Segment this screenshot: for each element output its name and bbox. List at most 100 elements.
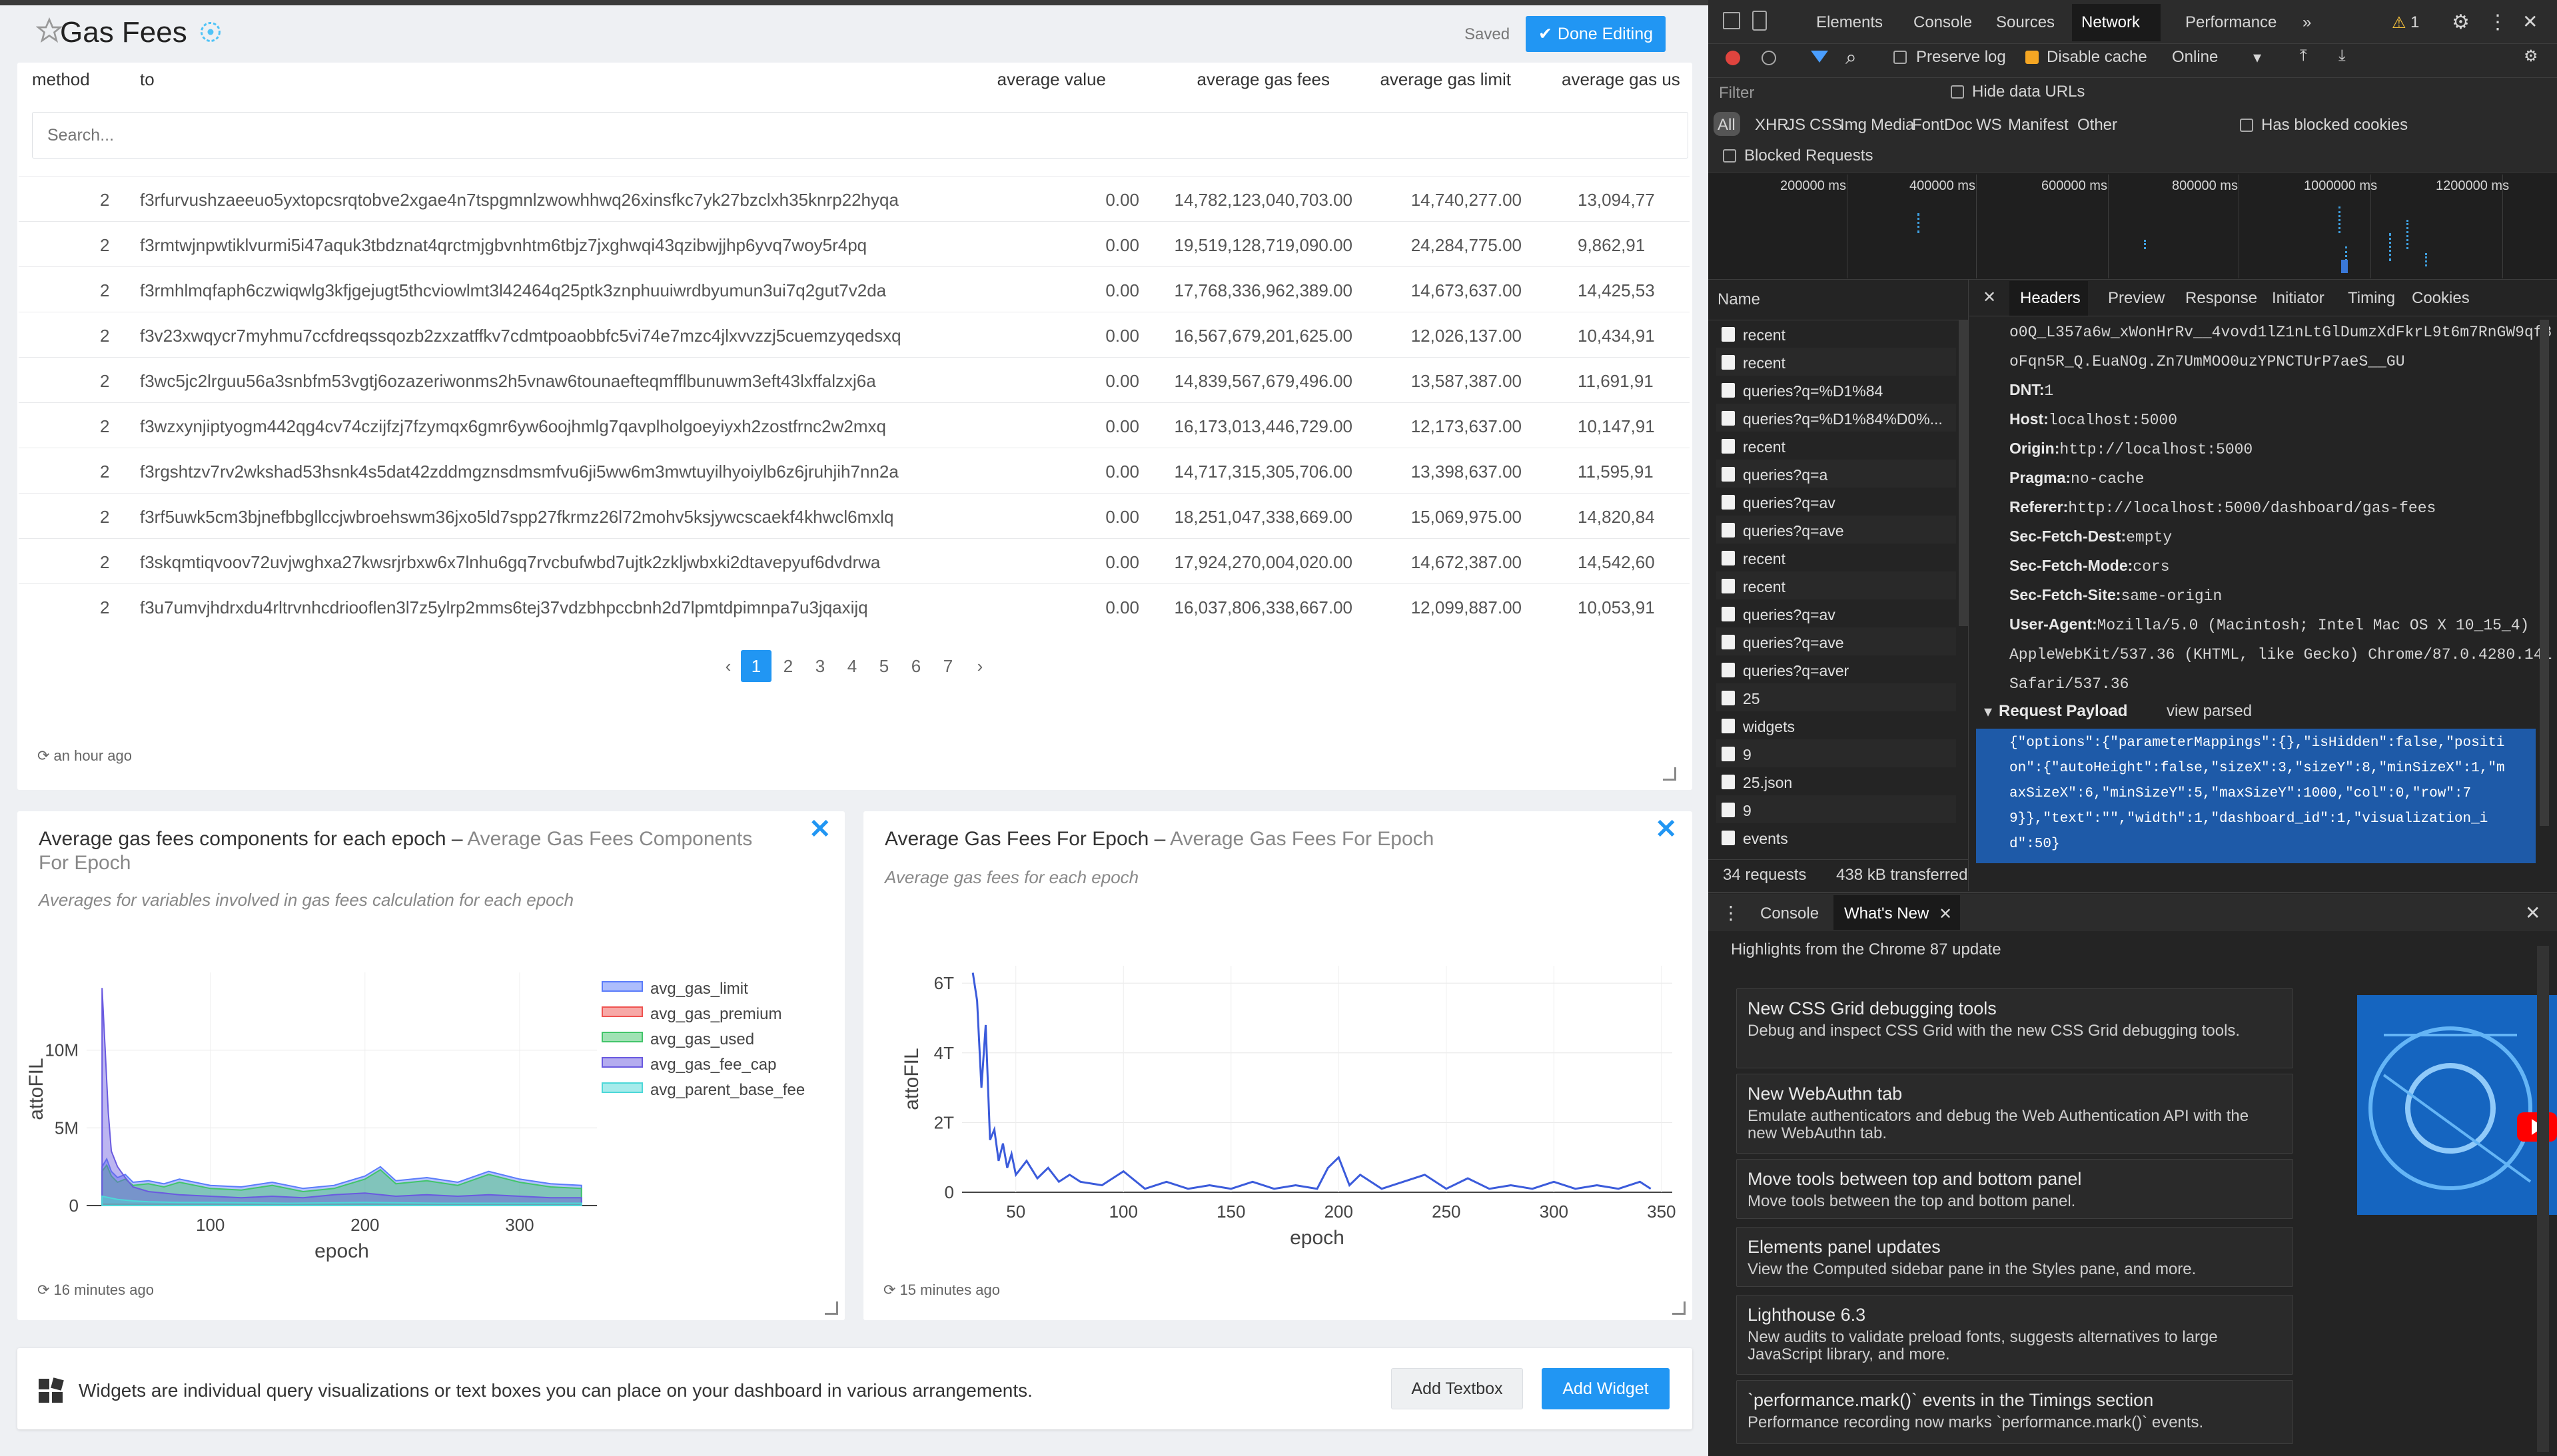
request-row[interactable]: queries?q=%D1%84%D0%... [1716, 404, 1956, 432]
request-row[interactable]: queries?q=a [1716, 460, 1956, 488]
detail-scrollbar[interactable] [2540, 320, 2549, 826]
search-icon[interactable]: ⌕ [1845, 47, 1857, 69]
type-filter-font[interactable]: Font [1912, 116, 1944, 135]
column-header[interactable]: method [32, 69, 90, 90]
chevron-down-icon[interactable]: ▾ [2253, 48, 2261, 67]
list-scrollbar[interactable] [1959, 320, 1968, 626]
filter-input[interactable]: Filter [1719, 84, 1754, 103]
record-icon[interactable] [1726, 51, 1740, 65]
favorite-star-icon[interactable] [36, 17, 63, 44]
widget2-close-icon[interactable]: ✕ [1655, 814, 1678, 845]
clear-icon[interactable] [1762, 51, 1776, 65]
close-drawer-icon[interactable]: ✕ [2525, 902, 2540, 924]
pagination-prev[interactable]: ‹ [713, 650, 744, 682]
filter-icon[interactable] [1811, 51, 1828, 68]
request-row[interactable]: 9 [1716, 795, 1956, 823]
import-icon[interactable]: ⤒ [2300, 47, 2307, 65]
request-row[interactable]: widgets [1716, 711, 1956, 739]
pagination-page[interactable]: 6 [901, 650, 931, 682]
type-filter-media[interactable]: Media [1871, 116, 1914, 135]
network-settings-icon[interactable]: ⚙ [2524, 47, 2538, 66]
pagination-next[interactable]: › [965, 650, 995, 682]
throttle-select[interactable]: Online [2172, 48, 2218, 67]
type-filter-xhr[interactable]: XHR [1755, 116, 1789, 135]
close-detail-icon[interactable]: ✕ [1983, 288, 1996, 307]
drawer-tab-whats-new[interactable]: What's New [1844, 905, 1929, 923]
done-editing-button[interactable]: ✔ Done Editing [1526, 16, 1666, 52]
column-header[interactable]: average gas limit [1311, 69, 1511, 90]
payload-toggle-icon[interactable]: ▾ [1984, 702, 1992, 721]
hide-data-urls-checkbox[interactable] [1951, 85, 1964, 99]
request-row[interactable]: 25.json [1716, 767, 1956, 795]
request-row[interactable]: 25 [1716, 683, 1956, 711]
detail-tab-timing[interactable]: Timing [2348, 289, 2395, 308]
table-search-input[interactable] [32, 112, 1688, 159]
close-devtools-icon[interactable]: ✕ [2522, 11, 2538, 33]
whats-new-item[interactable]: Elements panel updates View the Computed … [1736, 1227, 2293, 1287]
whats-new-video-thumbnail[interactable] [2357, 995, 2557, 1215]
type-filter-all[interactable]: All [1718, 116, 1736, 135]
column-header[interactable]: average gas us [1562, 69, 1680, 90]
detail-tab-cookies[interactable]: Cookies [2412, 289, 2470, 308]
column-header[interactable]: average gas fees [1130, 69, 1330, 90]
detail-tab-preview[interactable]: Preview [2108, 289, 2165, 308]
pagination-page[interactable]: 3 [805, 650, 835, 682]
type-filter-doc[interactable]: Doc [1944, 116, 1973, 135]
pagination-page[interactable]: 5 [869, 650, 899, 682]
resize-handle[interactable] [825, 1301, 838, 1315]
settings-cog-icon[interactable] [199, 20, 223, 44]
view-parsed-link[interactable]: view parsed [2167, 702, 2252, 721]
whats-new-item[interactable]: Move tools between top and bottom panel M… [1736, 1159, 2293, 1219]
device-toggle-icon[interactable] [1752, 11, 1767, 31]
pagination-page[interactable]: 2 [773, 650, 803, 682]
request-row[interactable]: queries?q=av [1716, 488, 1956, 516]
devtools-tab-network[interactable]: Network [2081, 13, 2140, 32]
type-filter-ws[interactable]: WS [1976, 116, 2002, 135]
settings-gear-icon[interactable]: ⚙ [2452, 11, 2470, 34]
add-textbox-button[interactable]: Add Textbox [1391, 1368, 1523, 1409]
drawer-menu-icon[interactable]: ⋮ [1722, 902, 1740, 924]
resize-handle[interactable] [1663, 767, 1676, 781]
column-header[interactable]: average value [906, 69, 1106, 90]
whats-new-item[interactable]: New CSS Grid debugging tools Debug and in… [1736, 988, 2293, 1068]
detail-tab-headers[interactable]: Headers [2020, 289, 2081, 308]
request-row[interactable]: recent [1716, 348, 1956, 376]
widget1-close-icon[interactable]: ✕ [809, 814, 831, 845]
drawer-scrollbar[interactable] [2537, 946, 2549, 1452]
request-row[interactable]: recent [1716, 544, 1956, 571]
disable-cache-checkbox[interactable] [2025, 51, 2039, 64]
pagination-page[interactable]: 4 [837, 650, 867, 682]
whats-new-item[interactable]: `performance.mark()` events in the Timin… [1736, 1380, 2293, 1444]
request-row[interactable]: recent [1716, 320, 1956, 348]
resize-handle[interactable] [1672, 1301, 1686, 1315]
drawer-tab-console[interactable]: Console [1760, 905, 1819, 923]
type-filter-img[interactable]: Img [1840, 116, 1867, 135]
request-row[interactable]: events [1716, 823, 1956, 851]
blocked-requests-checkbox[interactable] [1723, 149, 1736, 163]
export-icon[interactable]: ⤓ [2338, 47, 2346, 65]
whats-new-item[interactable]: New WebAuthn tab Emulate authenticators a… [1736, 1074, 2293, 1154]
request-row[interactable]: queries?q=ave [1716, 516, 1956, 544]
request-row[interactable]: queries?q=ave [1716, 627, 1956, 655]
request-row[interactable]: recent [1716, 571, 1956, 599]
blocked-cookies-checkbox[interactable] [2240, 119, 2253, 132]
add-widget-button[interactable]: Add Widget [1542, 1368, 1670, 1409]
more-options-icon[interactable]: ⋮ [2488, 11, 2508, 34]
pagination-page[interactable]: 7 [933, 650, 963, 682]
devtools-tab-performance[interactable]: Performance [2185, 13, 2277, 32]
pagination-page[interactable]: 1 [741, 650, 771, 682]
request-row[interactable]: queries?q=aver [1716, 655, 1956, 683]
request-row[interactable]: queries?q=av [1716, 599, 1956, 627]
request-row[interactable]: 9 [1716, 739, 1956, 767]
detail-tab-response[interactable]: Response [2185, 289, 2257, 308]
type-filter-js[interactable]: JS [1787, 116, 1805, 135]
devtools-tab-console[interactable]: Console [1913, 13, 1972, 32]
devtools-tab-[interactable]: » [2302, 13, 2311, 32]
type-filter-other[interactable]: Other [2077, 116, 2117, 135]
detail-tab-initiator[interactable]: Initiator [2272, 289, 2324, 308]
devtools-tab-elements[interactable]: Elements [1816, 13, 1883, 32]
request-row[interactable]: queries?q=%D1%84 [1716, 376, 1956, 404]
type-filter-manifest[interactable]: Manifest [2008, 116, 2069, 135]
type-filter-css[interactable]: CSS [1809, 116, 1842, 135]
column-header[interactable]: to [140, 69, 155, 90]
